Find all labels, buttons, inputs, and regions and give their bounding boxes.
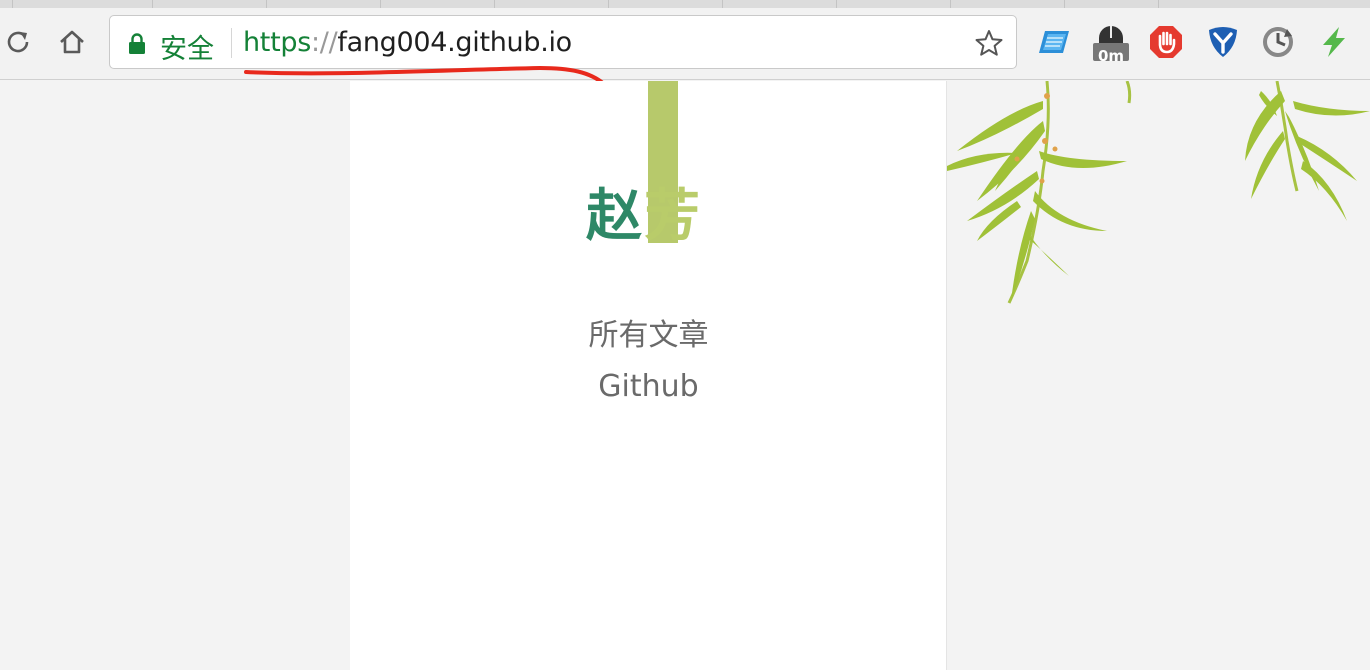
url-text[interactable]: https://fang004.github.io xyxy=(243,27,572,58)
tab-divider xyxy=(722,0,723,8)
tab-strip xyxy=(0,0,1370,8)
reload-button[interactable] xyxy=(0,22,38,62)
page-content: 赵芳 所有文章 Github xyxy=(350,81,947,670)
browser-toolbar: 安全 https://fang004.github.io 0m xyxy=(0,8,1370,80)
extension-bolt[interactable] xyxy=(1316,24,1352,60)
lock-icon xyxy=(129,33,145,54)
omnibox-divider xyxy=(231,28,232,58)
y-shield-icon xyxy=(1209,27,1237,57)
address-bar[interactable]: 安全 https://fang004.github.io xyxy=(109,15,1017,69)
site-title-second: 芳 xyxy=(644,184,702,249)
tab-divider xyxy=(1158,0,1159,8)
extension-y[interactable] xyxy=(1205,24,1241,60)
nav-all-posts-link[interactable]: 所有文章 xyxy=(350,310,947,354)
extension-timer[interactable]: 0m xyxy=(1091,24,1131,65)
url-host: fang004.github.io xyxy=(337,27,572,58)
home-button[interactable] xyxy=(52,22,92,62)
extension-adblock[interactable] xyxy=(1148,24,1184,60)
site-title[interactable]: 赵芳 xyxy=(586,171,702,252)
refresh-circle-icon xyxy=(1263,27,1293,57)
tab-divider xyxy=(152,0,153,8)
tab-divider xyxy=(494,0,495,8)
url-scheme: https xyxy=(243,27,311,58)
tab-divider xyxy=(836,0,837,8)
home-icon xyxy=(60,30,84,54)
nav-github-link[interactable]: Github xyxy=(350,369,947,404)
tab-divider xyxy=(1064,0,1065,8)
security-label: 安全 xyxy=(160,34,214,65)
lightning-icon xyxy=(1323,27,1345,57)
extension-refresh[interactable] xyxy=(1260,24,1296,60)
url-separator: :// xyxy=(311,27,338,58)
reload-icon xyxy=(7,31,29,53)
stop-hand-icon xyxy=(1150,26,1182,58)
flag-note-icon xyxy=(1039,31,1069,53)
timer-badge: 0m xyxy=(1097,47,1125,65)
bamboo-leaves-decoration xyxy=(947,81,1370,304)
bookmark-star-icon[interactable] xyxy=(974,28,1004,58)
tab-divider xyxy=(380,0,381,8)
tab-divider xyxy=(608,0,609,8)
tab-divider xyxy=(266,0,267,8)
extension-notes[interactable] xyxy=(1036,24,1072,60)
site-title-first: 赵 xyxy=(586,184,644,249)
tab-divider xyxy=(12,0,13,8)
tab-divider xyxy=(950,0,951,8)
